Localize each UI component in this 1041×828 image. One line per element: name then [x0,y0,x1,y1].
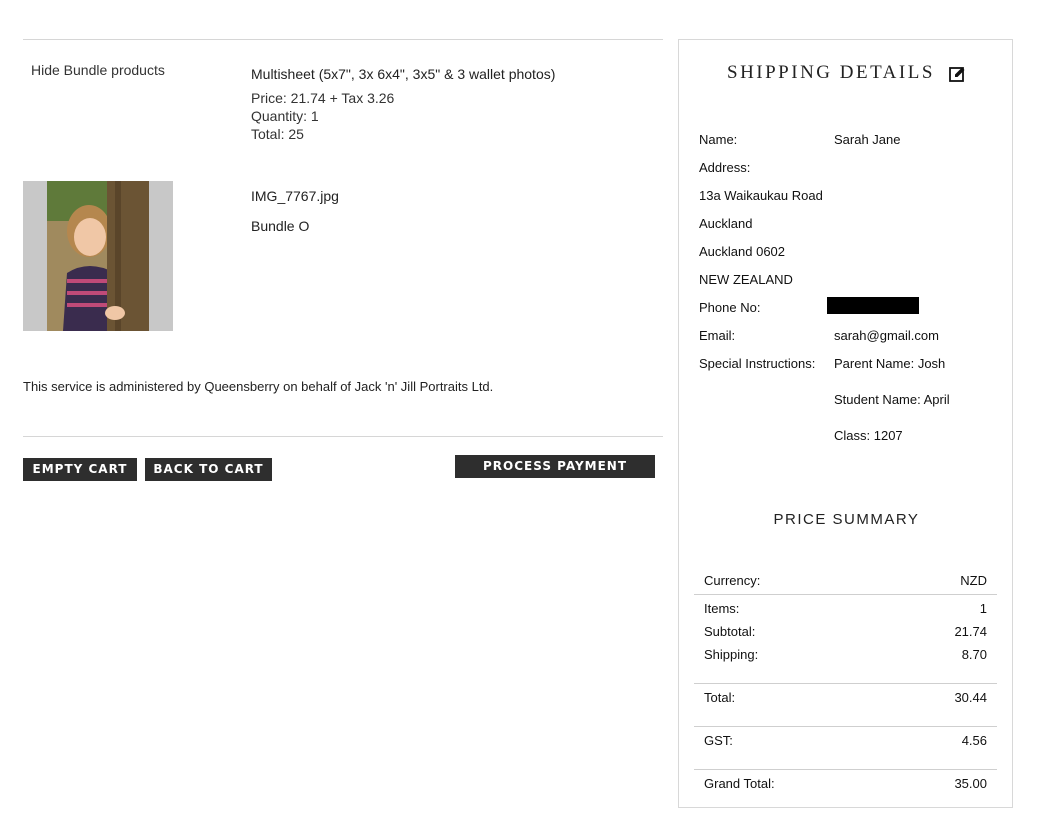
bundle-quantity: Quantity: 1 [251,108,319,124]
shipping-details-panel: SHIPPING DETAILS Name: Sarah Jane Addres… [678,39,1013,808]
grand-total-label: Grand Total: [704,776,775,791]
currency-value: NZD [960,573,987,588]
process-payment-button[interactable]: PROCESS PAYMENT [455,455,655,478]
currency-label: Currency: [704,573,761,588]
item-file-name: IMG_7767.jpg [251,188,339,204]
instruction-line: Student Name: April [834,392,950,407]
total-label: Total: [704,690,736,705]
address-line: Auckland 0602 [699,244,786,259]
email-value: sarah@gmail.com [834,328,939,343]
price-summary-title: PRICE SUMMARY [773,511,920,528]
address-line: Auckland [699,216,753,231]
gst-label: GST: [704,733,733,748]
summary-divider [694,594,997,595]
address-line: NEW ZEALAND [699,272,793,287]
bundle-price: Price: 21.74 + Tax 3.26 [251,90,395,106]
email-label: Email: [699,328,736,343]
gst-value: 4.56 [961,733,987,748]
instruction-line: Class: 1207 [834,428,903,443]
shipping-details-title: SHIPPING DETAILS [727,62,935,83]
instruction-line: Parent Name: Josh [834,356,946,371]
subtotal-value: 21.74 [954,624,987,639]
item-bundle-name: Bundle O [251,218,310,234]
phone-redacted-block [827,297,919,314]
service-notice: This service is administered by Queensbe… [23,379,494,394]
top-divider [23,39,663,40]
bundle-total: Total: 25 [251,126,304,142]
summary-divider [694,683,997,684]
address-label: Address: [699,160,751,175]
shipping-value: 8.70 [961,647,987,662]
summary-divider [694,769,997,770]
product-photo-thumbnail[interactable] [23,181,173,331]
shipping-label: Shipping: [704,647,759,662]
edit-icon[interactable] [949,66,966,83]
back-to-cart-button[interactable]: BACK TO CART [145,458,272,481]
items-label: Items: [704,601,740,616]
summary-divider [694,726,997,727]
address-line: 13a Waikaukau Road [699,188,823,203]
name-label: Name: [699,132,738,147]
bundle-title: Multisheet (5x7", 3x 6x4", 3x5" & 3 wall… [251,66,556,82]
total-value: 30.44 [954,690,987,705]
grand-total-value: 35.00 [954,776,987,791]
name-value: Sarah Jane [834,132,901,147]
bottom-divider [23,436,663,437]
items-value: 1 [979,601,987,616]
hide-bundle-products-link[interactable]: Hide Bundle products [31,62,165,78]
subtotal-label: Subtotal: [704,624,756,639]
special-instructions-label: Special Instructions: [699,356,816,371]
phone-label: Phone No: [699,300,761,315]
empty-cart-button[interactable]: EMPTY CART [23,458,137,481]
photo-image [23,181,173,331]
